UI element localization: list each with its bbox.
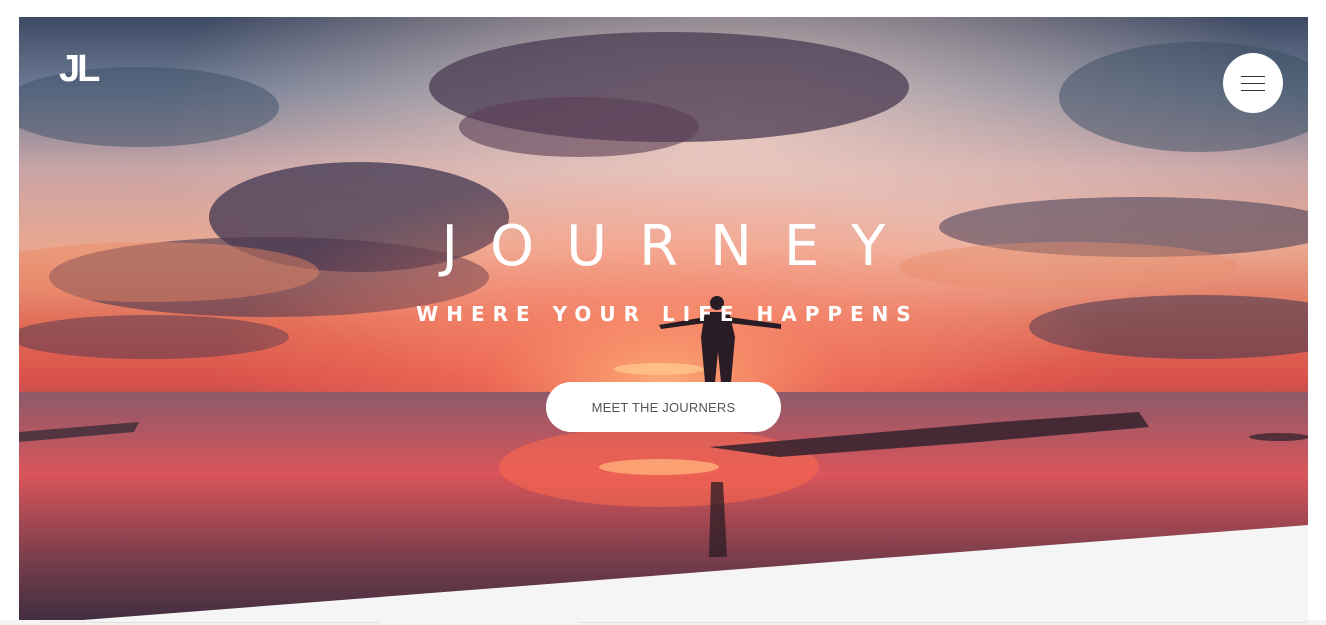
divider-line	[578, 622, 1308, 623]
hamburger-icon-line	[1241, 89, 1265, 91]
hamburger-menu-button[interactable]	[1223, 53, 1283, 113]
hamburger-icon	[1241, 75, 1265, 77]
hero-section: JL JOURNEY WHERE YOUR LIFE HAPPENS MEET …	[19, 17, 1308, 625]
site-logo[interactable]: JL	[59, 50, 100, 88]
page: JL JOURNEY WHERE YOUR LIFE HAPPENS MEET …	[0, 0, 1326, 625]
divider-line	[40, 622, 380, 623]
meet-the-journers-button[interactable]: MEET THE JOURNERS	[546, 382, 781, 432]
section-divider	[19, 525, 1308, 625]
hero-subtitle: WHERE YOUR LIFE HAPPENS	[416, 302, 919, 326]
hamburger-icon-line	[1241, 82, 1265, 84]
page-bottom-edge	[0, 620, 1326, 625]
hero-title: JOURNEY	[441, 214, 918, 279]
